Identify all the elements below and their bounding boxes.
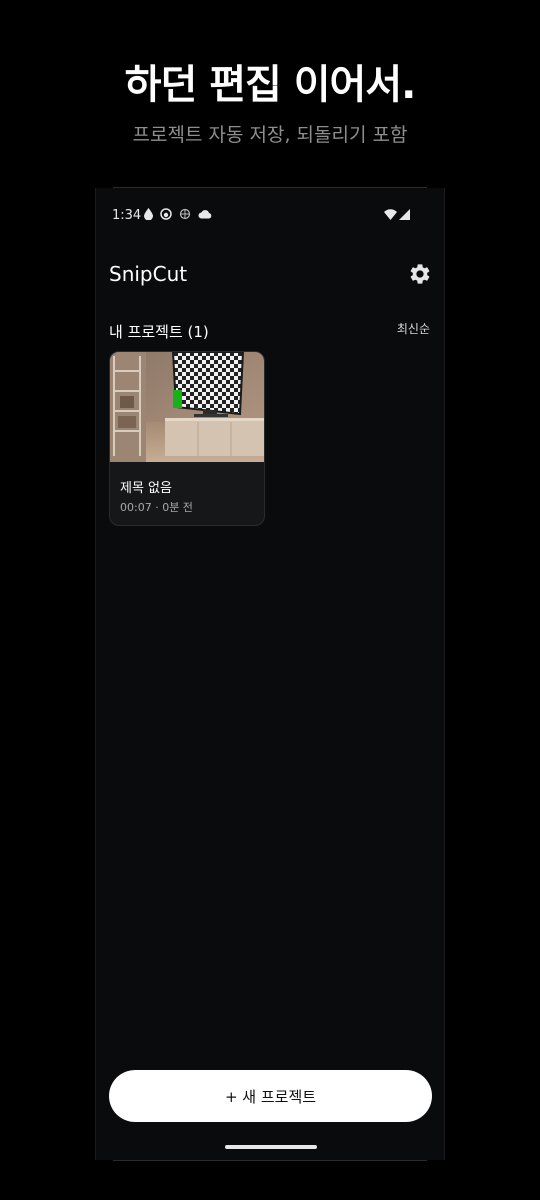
- status-bar: 1:34: [96, 206, 444, 226]
- project-card[interactable]: 제목 없음 00:07 · 0분 전: [109, 351, 265, 526]
- gear-icon: [410, 264, 430, 284]
- settings-button[interactable]: [408, 262, 432, 286]
- face-icon: [160, 208, 172, 224]
- water-drop-icon: [144, 208, 153, 224]
- sort-button[interactable]: 최신순: [397, 320, 430, 337]
- cloud-icon: [198, 209, 212, 223]
- status-notification-icons: [144, 208, 212, 224]
- hero-subtitle: 프로젝트 자동 저장, 되돌리기 포함: [132, 124, 408, 146]
- project-name: 제목 없음: [120, 481, 172, 496]
- hero-title: 하던 편집 이어서.: [124, 62, 417, 108]
- phone-screen: 1:34 SnipCut 내 프로젝트 (1) 최신순 제목 없음 00:07 …: [95, 188, 445, 1160]
- home-indicator[interactable]: [225, 1145, 317, 1149]
- project-meta: 00:07 · 0분 전: [120, 501, 193, 514]
- new-project-button[interactable]: + 새 프로젝트: [109, 1070, 432, 1122]
- vpn-icon: [179, 208, 191, 224]
- phone-frame-bottom-divider: [113, 1160, 427, 1161]
- project-thumbnail: [110, 352, 264, 462]
- wifi-icon: [384, 209, 397, 224]
- projects-section-title: 내 프로젝트 (1): [109, 323, 209, 341]
- app-title: SnipCut: [109, 262, 188, 286]
- status-system-icons: [384, 209, 410, 224]
- status-time: 1:34: [112, 208, 142, 223]
- signal-icon: [399, 209, 410, 224]
